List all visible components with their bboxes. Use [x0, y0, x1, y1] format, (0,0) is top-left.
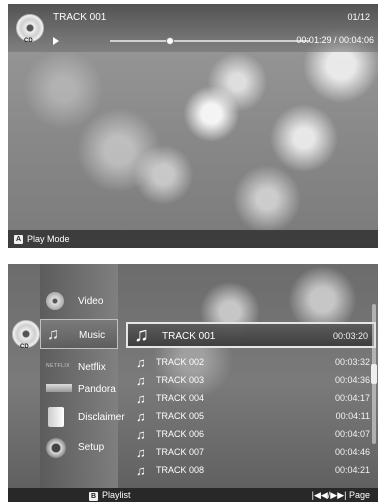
menu-item-disclaimer[interactable]: Disclaimer: [40, 402, 125, 432]
progress-knob[interactable]: [166, 37, 174, 45]
play-mode-label: Play Mode: [27, 234, 70, 244]
music-note-icon: ♫: [47, 326, 59, 343]
track-duration: 00:03:32: [334, 357, 370, 367]
gear-icon: [46, 438, 66, 458]
track-duration: 00:04:46: [334, 447, 370, 457]
track-name: TRACK 001: [162, 331, 216, 342]
menu-item-setup[interactable]: Setup: [40, 432, 118, 462]
track-duration: 00:04:11: [335, 411, 370, 421]
track-duration: 00:03:20: [332, 331, 368, 341]
menu-item-video[interactable]: Video: [40, 286, 118, 316]
disc-label: CD: [20, 344, 29, 350]
player-footer: A Play Mode: [8, 230, 378, 248]
disc-label: CD: [24, 38, 33, 44]
netflix-icon: NETFLIX: [46, 363, 71, 369]
music-note-icon: ♫: [136, 355, 146, 370]
menu-item-label: Netflix: [78, 362, 106, 373]
track-duration: 00:04:07: [334, 429, 370, 439]
menu-item-label: Pandora: [78, 384, 116, 395]
music-note-icon: ♫: [136, 427, 146, 442]
browser-footer: B Playlist |◀◀/▶▶| Page: [8, 488, 378, 502]
now-playing-header: CD TRACK 001 01/12 00:01:29 / 00:04:06: [8, 4, 378, 52]
track-row[interactable]: ♫ TRACK 007 00:04:46: [130, 444, 376, 461]
music-note-icon: ♫: [136, 463, 146, 478]
now-playing-screen: CD TRACK 001 01/12 00:01:29 / 00:04:06 A…: [8, 4, 378, 248]
menu-item-label: Video: [78, 296, 104, 307]
track-row[interactable]: ♫ TRACK 005 00:04:11: [130, 408, 376, 425]
track-list: ♫ TRACK 001 00:03:20 ♫ TRACK 002 00:03:3…: [120, 264, 378, 488]
menu-item-label: Setup: [78, 442, 105, 453]
track-count: 01/12: [347, 12, 370, 22]
playlist-label: Playlist: [102, 490, 131, 500]
track-row-selected[interactable]: ♫ TRACK 001 00:03:20: [126, 322, 376, 348]
menu-item-pandora[interactable]: Pandora: [40, 374, 118, 404]
music-note-icon: ♫: [136, 409, 146, 424]
track-row[interactable]: ♫ TRACK 008 00:04:21: [130, 462, 376, 479]
track-duration: 00:04:17: [334, 393, 370, 403]
music-note-icon: ♫: [136, 391, 146, 406]
track-name: TRACK 007: [156, 447, 205, 457]
pandora-icon: [46, 384, 72, 392]
menu-item-label: Disclaimer: [78, 412, 125, 423]
a-key-icon: A: [14, 235, 23, 245]
track-list-scrollbar[interactable]: [371, 304, 377, 444]
music-note-icon: ♫: [136, 373, 146, 388]
track-name: TRACK 005: [156, 411, 205, 421]
track-row[interactable]: ♫ TRACK 002 00:03:32: [130, 354, 376, 371]
progress-bar[interactable]: [110, 37, 310, 45]
music-browser-screen: CD Video ♫ Music NETFLIX Netflix Pandora…: [8, 264, 378, 502]
b-key-icon: B: [89, 492, 98, 501]
track-name: TRACK 004: [156, 393, 205, 403]
track-duration: 00:04:21: [334, 465, 370, 475]
track-name: TRACK 003: [156, 375, 205, 385]
video-reel-icon: [46, 292, 64, 310]
music-note-icon: ♫: [136, 445, 146, 460]
playlist-button[interactable]: B Playlist: [89, 490, 131, 501]
track-row[interactable]: ♫ TRACK 004 00:04:17: [130, 390, 376, 407]
scrollbar-thumb[interactable]: [371, 364, 377, 384]
track-row[interactable]: ♫ TRACK 006 00:04:07: [130, 426, 376, 443]
track-name: TRACK 008: [156, 465, 205, 475]
track-title: TRACK 001: [53, 12, 107, 23]
play-icon: [53, 37, 59, 45]
track-name: TRACK 002: [156, 357, 205, 367]
time-readout: 00:01:29 / 00:04:06: [296, 35, 374, 45]
document-icon: [48, 407, 64, 427]
menu-item-label: Music: [79, 330, 106, 341]
main-menu: Video ♫ Music NETFLIX Netflix Pandora Di…: [40, 264, 125, 488]
play-mode-button[interactable]: A Play Mode: [14, 234, 70, 245]
track-row[interactable]: ♫ TRACK 003 00:04:36: [130, 372, 376, 389]
music-note-icon: ♫: [134, 324, 149, 346]
track-duration: 00:04:36: [334, 375, 370, 385]
page-navigation-hint: |◀◀/▶▶| Page: [311, 490, 370, 500]
menu-item-music[interactable]: ♫ Music: [40, 319, 118, 349]
track-name: TRACK 006: [156, 429, 205, 439]
